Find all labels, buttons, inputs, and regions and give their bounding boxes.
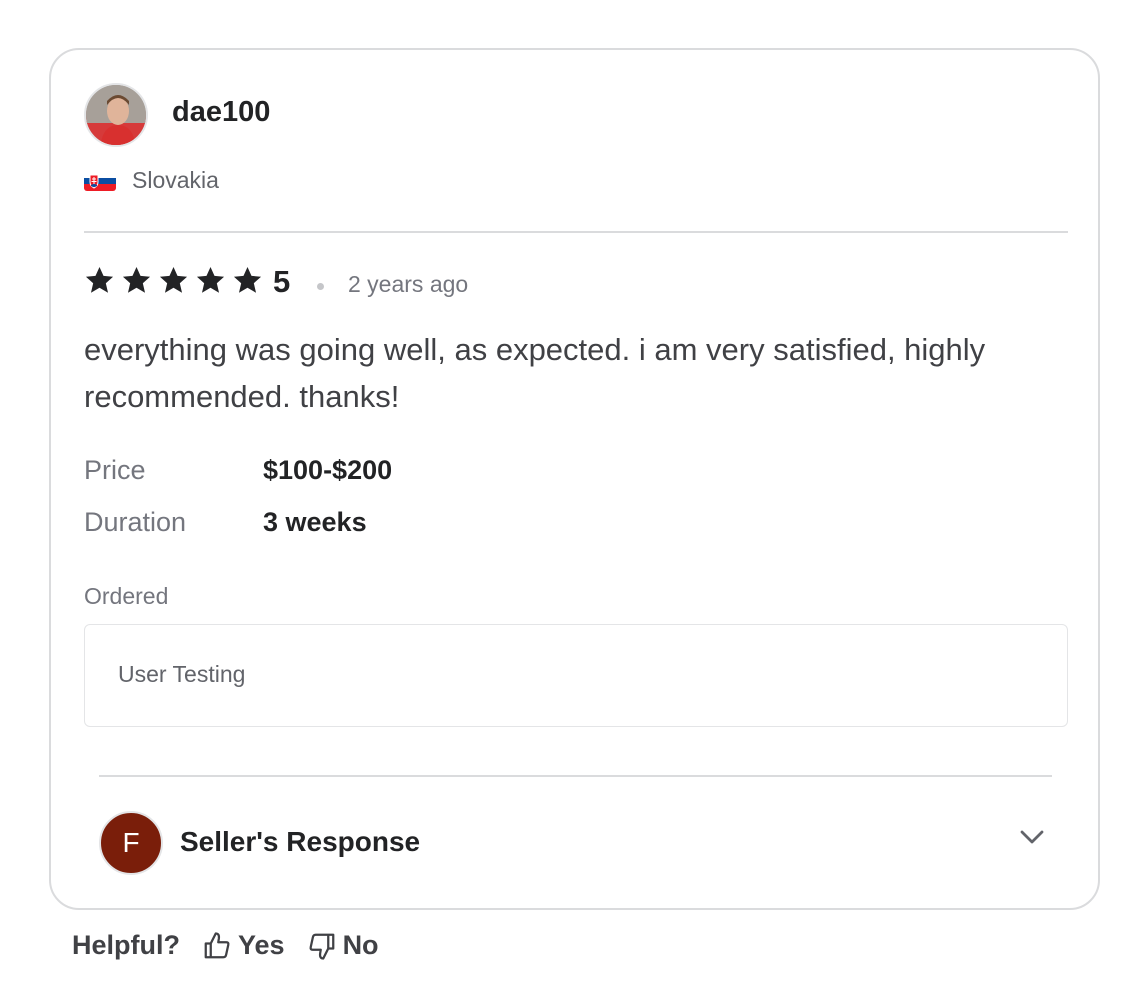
thumbs-down-icon [309, 933, 334, 960]
seller-response-title[interactable]: Seller's Response [180, 826, 420, 858]
username[interactable]: dae100 [172, 96, 270, 129]
ordered-label: Ordered [84, 583, 169, 609]
ordered-item-box[interactable]: User Testing [84, 624, 1068, 727]
slovakia-flag-icon [84, 171, 116, 191]
helpful-no-label: No [342, 930, 379, 960]
helpful-yes-button[interactable]: Yes [202, 930, 285, 961]
user-avatar[interactable] [84, 83, 148, 147]
separator-dot [317, 283, 324, 290]
duration-value: 3 weeks [263, 507, 367, 537]
chevron-down-icon[interactable] [1017, 822, 1047, 852]
rating-value: 5 [273, 264, 291, 299]
helpful-bar: Helpful? Yes No [72, 930, 379, 961]
review-text: everything was going well, as expected. … [84, 332, 986, 414]
seller-avatar-letter: F [122, 827, 140, 858]
star-icon [122, 266, 151, 293]
star-icon [233, 266, 262, 293]
star-icon [196, 266, 225, 293]
duration-label: Duration [84, 507, 187, 537]
divider [99, 775, 1052, 777]
review-time: 2 years ago [348, 271, 469, 297]
country-name: Slovakia [132, 167, 219, 193]
helpful-label: Helpful? [72, 930, 180, 960]
price-value: $100-$200 [263, 455, 393, 485]
review-card: dae100 Slovakia 5 2 years ago everything… [49, 48, 1100, 910]
star-rating [84, 265, 263, 296]
star-icon [159, 266, 188, 293]
price-label: Price [84, 455, 146, 485]
thumbs-up-icon [204, 931, 230, 958]
star-icon [85, 266, 114, 293]
ordered-item[interactable]: User Testing [118, 661, 245, 688]
helpful-no-button[interactable]: No [307, 930, 379, 961]
helpful-yes-label: Yes [238, 930, 285, 960]
divider [84, 231, 1068, 233]
seller-avatar: F [99, 811, 163, 875]
